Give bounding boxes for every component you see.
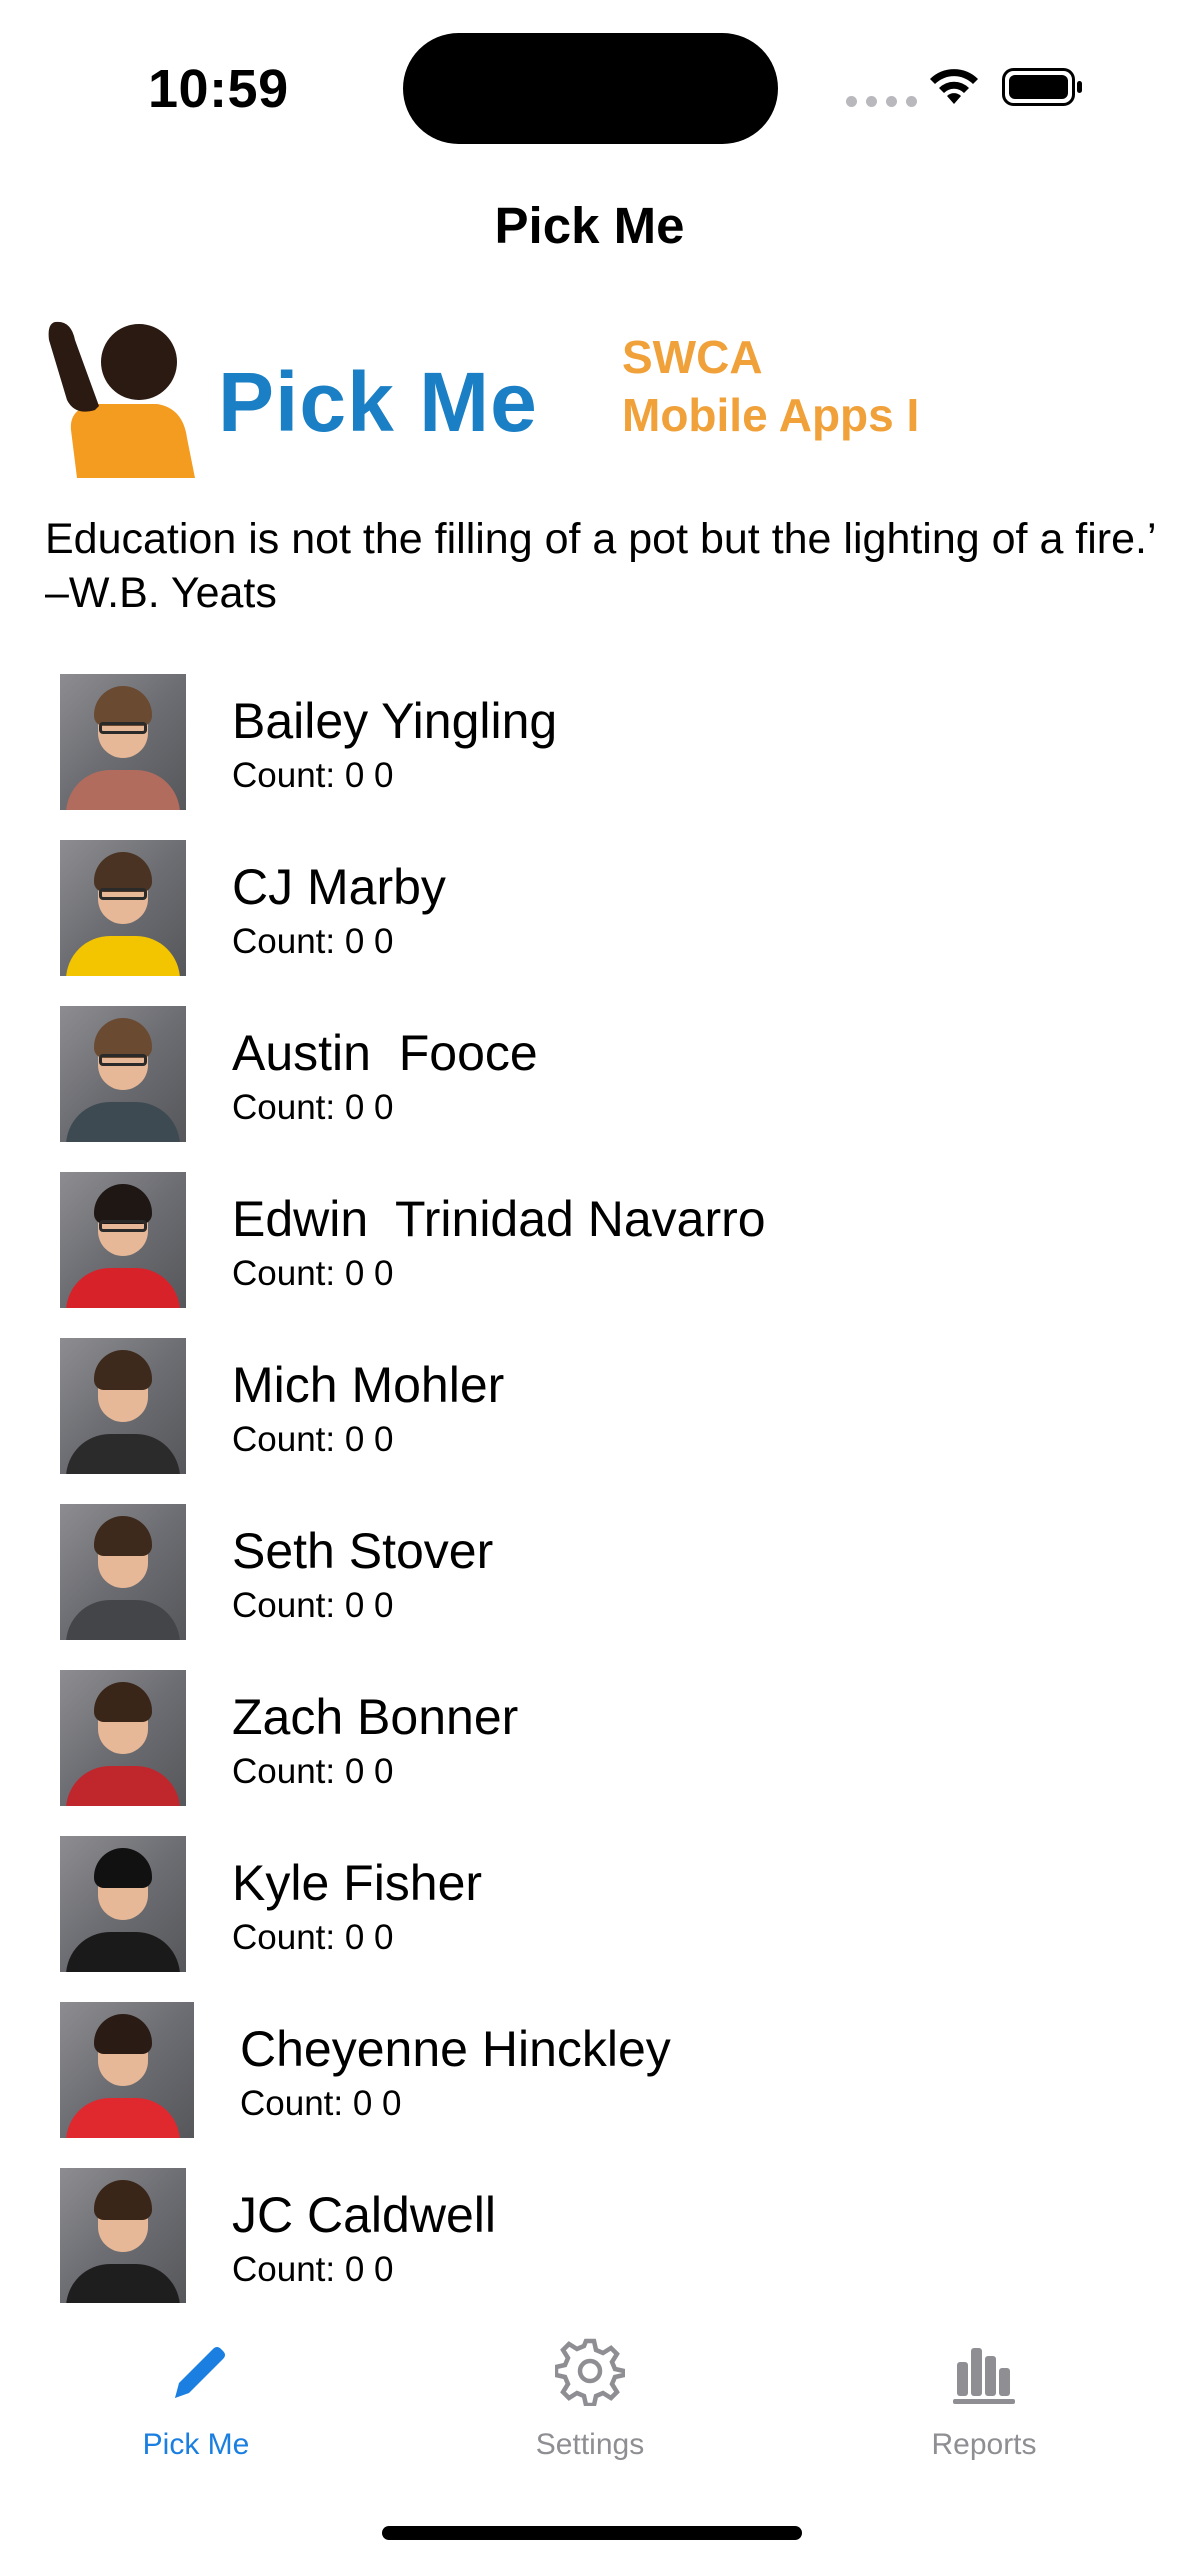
photo-shirt [66, 770, 180, 810]
tab-label: Reports [931, 2428, 1037, 2461]
logo-wordmark: Pick Me [218, 355, 538, 449]
student-name: Seth Stover [232, 1523, 494, 1579]
photo-hair [94, 1018, 152, 1058]
tab-bar: Pick Me Settings Reports [0, 2310, 1179, 2480]
nav-title: Pick Me [494, 197, 685, 254]
logo-raised-hand-icon [48, 321, 195, 478]
photo-shirt [66, 1600, 180, 1640]
student-name: Bailey Yingling [232, 693, 558, 749]
student-name: Mich Mohler [232, 1357, 505, 1413]
status-bar: 10:59 [0, 0, 1179, 170]
student-photo [60, 1006, 186, 1142]
photo-hair [94, 1350, 152, 1390]
student-row[interactable]: Bailey Yingling Count: 0 0 [0, 670, 1179, 836]
student-name: Austin Fooce [232, 1025, 538, 1081]
battery-icon [1002, 68, 1082, 106]
screen: 10:59 Pick Me Pick Me SWCA Mobile Apps I [0, 0, 1179, 2556]
student-count: Count: 0 0 [232, 756, 394, 795]
photo-shirt [66, 1932, 180, 1972]
course-line-school: SWCA [622, 331, 763, 383]
photo-hair [94, 686, 152, 726]
tab-pick-me[interactable]: Pick Me [66, 2310, 326, 2480]
home-indicator[interactable] [382, 2526, 802, 2540]
student-row[interactable]: Mich Mohler Count: 0 0 [0, 1334, 1179, 1500]
app-header: Pick Me SWCA Mobile Apps I [45, 310, 1145, 480]
student-photo [60, 2168, 186, 2303]
wifi-icon [930, 69, 978, 104]
course-line-class: Mobile Apps I [622, 389, 920, 441]
student-name: Kyle Fisher [232, 1855, 483, 1911]
student-list[interactable]: Bailey Yingling Count: 0 0 CJ Marby Count: … [0, 670, 1179, 2303]
photo-hair [94, 2180, 152, 2220]
photo-hair [94, 1848, 152, 1888]
student-photo [60, 1172, 186, 1308]
tab-settings[interactable]: Settings [460, 2310, 720, 2480]
course-label: SWCA Mobile Apps I [622, 328, 919, 444]
student-count: Count: 0 0 [232, 1752, 394, 1791]
photo-shirt [66, 1102, 180, 1142]
student-name: Cheyenne Hinckley [240, 2021, 671, 2077]
photo-shirt [66, 936, 180, 976]
photo-hair [94, 2014, 152, 2054]
tab-label: Settings [535, 2428, 645, 2461]
student-photo [60, 1504, 186, 1640]
photo-shirt [66, 1268, 180, 1308]
student-name: Edwin Trinidad Navarro [232, 1191, 766, 1247]
student-row[interactable]: Edwin Trinidad Navarro Count: 0 0 [0, 1168, 1179, 1334]
student-row[interactable]: Zach Bonner Count: 0 0 [0, 1666, 1179, 1832]
student-row[interactable]: Austin Fooce Count: 0 0 [0, 1002, 1179, 1168]
student-row[interactable]: Seth Stover Count: 0 0 [0, 1500, 1179, 1666]
photo-glasses [99, 1054, 147, 1066]
student-row[interactable]: Cheyenne Hinckley Count: 0 0 [0, 1998, 1179, 2164]
photo-hair [94, 1184, 152, 1224]
student-row[interactable]: JC Caldwell Count: 0 0 [0, 2164, 1179, 2303]
student-count: Count: 0 0 [232, 1420, 394, 1459]
student-count: Count: 0 0 [232, 1586, 394, 1625]
student-name: CJ Marby [232, 859, 446, 915]
status-time: 10:59 [148, 59, 289, 119]
photo-glasses [99, 1220, 147, 1232]
student-photo [60, 1338, 186, 1474]
photo-glasses [99, 888, 147, 900]
student-photo [60, 1836, 186, 1972]
tab-label: Pick Me [142, 2428, 250, 2461]
photo-hair [94, 852, 152, 892]
student-photo [60, 840, 186, 976]
student-name: Zach Bonner [232, 1689, 519, 1745]
student-photo [60, 2002, 194, 2138]
student-row[interactable]: Kyle Fisher Count: 0 0 [0, 1832, 1179, 1998]
tab-reports[interactable]: Reports [854, 2310, 1114, 2480]
pencil-icon [175, 2347, 225, 2398]
photo-shirt [66, 2264, 180, 2303]
student-count: Count: 0 0 [232, 2250, 394, 2289]
student-name: JC Caldwell [232, 2187, 496, 2243]
photo-hair [94, 1516, 152, 1556]
photo-hair [94, 1682, 152, 1722]
student-photo [60, 1670, 186, 1806]
student-row[interactable]: CJ Marby Count: 0 0 [0, 836, 1179, 1002]
photo-glasses [99, 722, 147, 734]
quote-text: Education is not the filling of a pot bu… [45, 515, 1155, 617]
student-photo [60, 674, 186, 810]
student-count: Count: 0 0 [232, 1254, 394, 1293]
photo-shirt [66, 2098, 180, 2138]
student-count: Count: 0 0 [232, 1088, 394, 1127]
cellular-dots-icon [846, 96, 917, 107]
student-count: Count: 0 0 [232, 1918, 394, 1957]
bar-chart-icon [953, 2348, 1015, 2404]
dynamic-island [403, 33, 778, 144]
student-count: Count: 0 0 [232, 922, 394, 961]
student-count: Count: 0 0 [240, 2084, 402, 2123]
photo-shirt [66, 1434, 180, 1474]
gear-icon [555, 2338, 625, 2406]
photo-shirt [66, 1766, 180, 1806]
